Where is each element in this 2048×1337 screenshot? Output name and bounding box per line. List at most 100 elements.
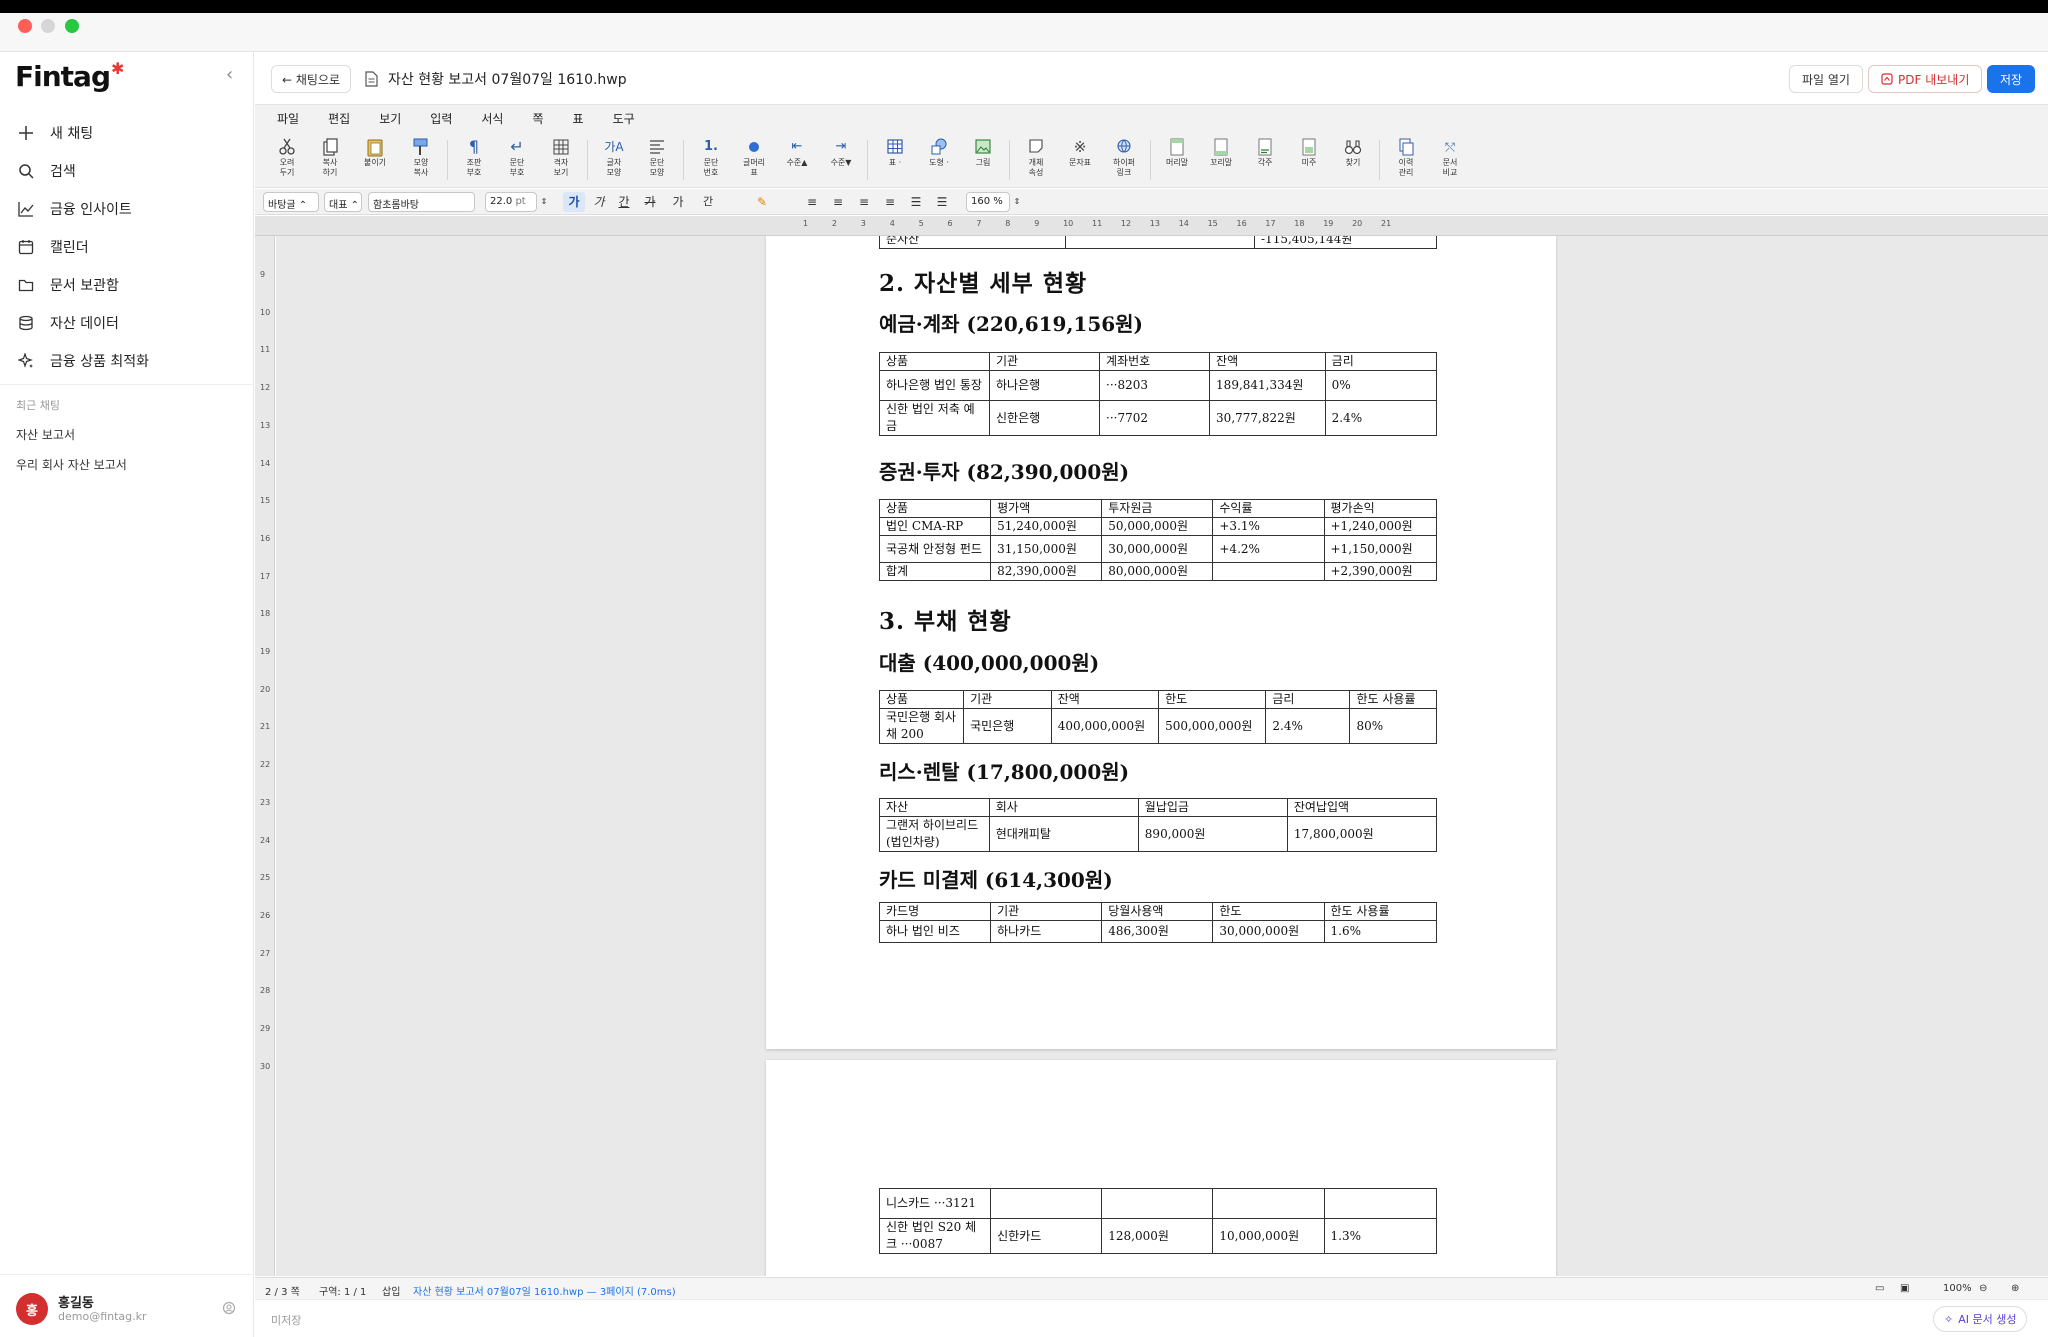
subscript-button[interactable]: 간	[697, 192, 719, 212]
ruler-tick-label: 8	[1005, 219, 1011, 228]
zoom-out-icon[interactable]: ⊖	[1979, 1283, 1987, 1294]
sidebar-item-insight[interactable]: 금융 인사이트	[0, 190, 254, 228]
sidebar-item-calendar[interactable]: 캘린더	[0, 228, 254, 266]
table-row: 신한 법인 저축 예금 신한은행 ···7702 30,777,822원 2.4%	[878, 400, 1438, 436]
menu-edit[interactable]: 편집	[328, 110, 350, 127]
clipboard-icon	[367, 139, 383, 157]
document-page[interactable]: 니스카드 ···3121 신한 법인 S20 체크 ···0087 신한카드 128,…	[766, 1060, 1556, 1276]
menu-tools[interactable]: 도구	[613, 110, 635, 127]
align-divide-button[interactable]: ☰	[931, 192, 953, 212]
back-to-chat-button[interactable]: ← 채팅으로	[271, 65, 352, 93]
folder-icon	[16, 275, 36, 295]
avatar[interactable]: 홍	[16, 1293, 48, 1325]
language-select[interactable]: 대표 ⌃	[324, 192, 362, 212]
font-select[interactable]: 함초롬바탕	[368, 192, 475, 212]
open-file-button[interactable]: 파일 열기	[1789, 65, 1863, 93]
toolbar-char-shape-button[interactable]: 가A 글자 모양	[595, 137, 633, 177]
toolbar-table-button[interactable]: 표 ·	[876, 137, 914, 167]
toolbar-image-button[interactable]: 그림	[964, 137, 1002, 167]
style-select[interactable]: 바탕글 ⌃	[263, 192, 319, 212]
align-justify-button[interactable]: ≡	[879, 192, 901, 212]
table-header-cell: 한도 사용률	[1349, 690, 1437, 709]
font-size-input[interactable]: 22.0 pt	[485, 192, 537, 212]
toolbar-para-shape-button[interactable]: 문단 모양	[638, 137, 676, 177]
toolbar-copy-button[interactable]: 복사 하기	[311, 137, 349, 177]
sidebar-item-new-chat[interactable]: 새 채팅	[0, 114, 254, 152]
align-distribute-button[interactable]: ☰	[905, 192, 927, 212]
grid-icon	[553, 139, 569, 155]
toolbar-header-button[interactable]: 머리말	[1158, 137, 1196, 167]
toolbar-format-painter-button[interactable]: 모양 복사	[402, 137, 440, 177]
highlight-color-button[interactable]: ✎	[751, 192, 773, 212]
toolbar-control-marks-button[interactable]: ¶ 조판 부호	[455, 137, 493, 177]
maximize-window-button[interactable]	[65, 19, 79, 33]
sidebar-item-search[interactable]: 검색	[0, 152, 254, 190]
save-button[interactable]: 저장	[1987, 65, 2036, 93]
user-settings-icon[interactable]	[222, 1301, 236, 1319]
sidebar-item-asset-data[interactable]: 자산 데이터	[0, 304, 254, 342]
toolbar-level-up-button[interactable]: ⇤ 수준▲	[778, 137, 816, 167]
toolbar-history-button[interactable]: 이력 관리	[1387, 137, 1425, 177]
sidebar-item-optimize[interactable]: 금융 상품 최적화	[0, 342, 254, 380]
strikethrough-button[interactable]: 가	[639, 192, 661, 212]
menu-insert[interactable]: 입력	[430, 110, 452, 127]
ai-generate-document-button[interactable]: ✧ AI 문서 생성	[1933, 1306, 2028, 1332]
recent-chat-item[interactable]: 우리 회사 자산 보고서	[16, 456, 127, 473]
underline-button[interactable]: 간	[613, 192, 635, 212]
toolbar-symbol-button[interactable]: ※ 문자표	[1061, 137, 1099, 167]
toolbar-endnote-button[interactable]: 미주	[1290, 137, 1328, 167]
collapse-sidebar-icon[interactable]: ‹	[226, 64, 233, 85]
menu-view[interactable]: 보기	[379, 110, 401, 127]
align-right-button[interactable]: ≡	[853, 192, 875, 212]
zoom-in-icon[interactable]: ⊕	[2011, 1283, 2019, 1294]
toolbar-para-number-button[interactable]: 1. 문단 번호	[692, 137, 730, 177]
document-page[interactable]: 순자산 -115,405,144원 2. 자산별 세부 현황 예금·계좌 (22…	[766, 236, 1556, 1049]
zoom-level[interactable]: 100%	[1943, 1283, 1972, 1294]
toolbar-paragraph-marks-button[interactable]: ↵ 문단 부호	[498, 137, 536, 177]
unsaved-indicator: 미저장	[271, 1314, 302, 1327]
export-pdf-button[interactable]: PDF 내보내기	[1868, 65, 1983, 93]
toolbar-bullet-button[interactable]: 글머리 표	[735, 137, 773, 177]
align-left-button[interactable]: ≡	[801, 192, 823, 212]
file-icon	[365, 71, 378, 87]
font-size-stepper[interactable]: ⇕	[539, 192, 549, 212]
sidebar-item-label: 문서 보관함	[50, 278, 119, 294]
toolbar-footer-button[interactable]: 꼬리말	[1202, 137, 1240, 167]
table-header-cell: 기관	[963, 690, 1052, 709]
page-view-icon[interactable]: ▣	[1900, 1283, 1909, 1294]
recent-chat-item[interactable]: 자산 보고서	[16, 426, 75, 443]
insert-mode-indicator[interactable]: 삽입	[382, 1283, 400, 1298]
superscript-button[interactable]: 가	[667, 192, 689, 212]
ruler-tick-label: 6	[947, 219, 953, 228]
menu-page[interactable]: 쪽	[532, 110, 543, 127]
bold-button[interactable]: 가	[563, 192, 585, 212]
toolbar-shape-button[interactable]: 도형 ·	[920, 137, 958, 167]
table-cell: 82,390,000원	[990, 562, 1103, 581]
menu-table[interactable]: 표	[573, 110, 584, 127]
minimize-window-button[interactable]	[41, 19, 55, 33]
line-spacing-stepper[interactable]: ⇕	[1012, 192, 1022, 212]
table-cell: 국민은행 회사채 200	[878, 708, 965, 744]
vertical-ruler[interactable]: 9 10 11 12 13 14 15 16 17 18 19 20 21 22 23 24 25 26 27 28 2…	[255, 236, 275, 1276]
table-icon	[887, 139, 903, 154]
toolbar-hyperlink-button[interactable]: 하이퍼 링크	[1105, 137, 1143, 177]
document-canvas[interactable]: 순자산 -115,405,144원 2. 자산별 세부 현황 예금·계좌 (22…	[276, 236, 2048, 1276]
align-center-button[interactable]: ≡	[827, 192, 849, 212]
menu-file[interactable]: 파일	[277, 110, 299, 127]
toolbar-cut-button[interactable]: 오려 두기	[268, 137, 306, 177]
toolbar-object-props-button[interactable]: 개체 속성	[1017, 137, 1055, 177]
toolbar-compare-button[interactable]: ⤲ 문서 비교	[1431, 137, 1469, 177]
toolbar-find-button[interactable]: 찾기	[1334, 137, 1372, 167]
menu-format[interactable]: 서식	[481, 110, 503, 127]
view-mode-icon[interactable]: ▭	[1875, 1283, 1884, 1294]
toolbar-paste-button[interactable]: 붙이기	[356, 137, 394, 167]
line-spacing-select[interactable]: 160 %	[966, 192, 1010, 212]
toolbar-level-down-button[interactable]: ⇥ 수준▼	[822, 137, 860, 167]
close-window-button[interactable]	[18, 19, 32, 33]
horizontal-ruler[interactable]: 1 2 3 4 5 6 7 8 9 10 11 12 13 14 15 16 17 18 19 20 21	[255, 216, 2048, 236]
italic-button[interactable]: 가	[588, 192, 610, 212]
sidebar-item-documents[interactable]: 문서 보관함	[0, 266, 254, 304]
toolbar-footnote-button[interactable]: 각주	[1246, 137, 1284, 167]
toolbar-grid-view-button[interactable]: 격자 보기	[542, 137, 580, 177]
fintag-logo[interactable]: Fintag✱	[15, 59, 124, 93]
